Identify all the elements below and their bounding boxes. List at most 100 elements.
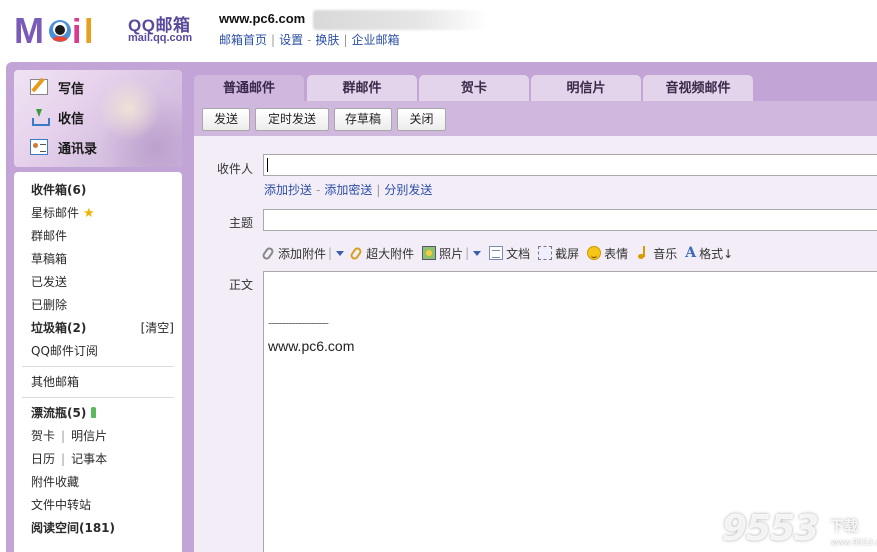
sidebar-item-group-mail[interactable]: 群邮件 [31,227,67,245]
sidebar-divider [22,397,174,398]
music-button[interactable]: 音乐 [636,245,677,262]
signature-text: www.pc6.com [268,338,355,354]
smiley-icon [587,246,602,260]
close-button[interactable]: 关闭 [397,108,446,131]
document-button[interactable]: 文档 [489,245,530,262]
document-label: 文档 [506,246,531,261]
drift-bottle-label: 漂流瓶(5) [31,406,87,420]
link-separator: - [307,33,312,47]
large-paperclip-icon [349,245,364,261]
paperclip-icon [260,245,276,261]
top-header: M i l QQ邮箱 mail.qq.com www.pc6.com 邮箱首页 |… [0,0,877,60]
tab-av-mail[interactable]: 音视频邮件 [643,75,753,101]
quick-actions-panel: 写信 收信 通讯录 [14,70,182,167]
format-button[interactable]: A 格式↓ [685,245,733,262]
add-bcc-link[interactable]: 添加密送 [324,183,372,197]
settings-link[interactable]: 设置 [279,33,303,47]
tab-normal-mail[interactable]: 普通邮件 [194,75,304,101]
font-format-icon: A [685,245,697,261]
recipient-input[interactable] [263,154,877,176]
format-label: 格式↓ [699,246,734,261]
chevron-down-icon[interactable] [473,250,482,256]
subject-label: 主题 [229,216,254,230]
link-separator: | [343,33,348,47]
sidebar-item-subscriptions[interactable]: QQ邮件订阅 [31,342,98,360]
vertical-bar: | [328,246,333,260]
home-link[interactable]: 邮箱首页 [219,33,267,47]
sidebar-item-notebook[interactable]: 记事本 [71,452,107,466]
sidebar-row-cards: 贺卡 | 明信片 [31,427,107,445]
emoji-label: 表情 [604,246,629,261]
sidebar-item-spam[interactable]: 垃圾箱(2) [31,319,86,337]
photo-button[interactable]: 照片 | [422,245,482,262]
chevron-down-icon[interactable] [336,250,345,256]
sidebar-item-drafts[interactable]: 草稿箱 [31,250,67,268]
top-links: 邮箱首页 | 设置 - 换肤 | 企业邮箱 [219,31,400,48]
pipe-separator: | [61,429,66,443]
add-cc-link[interactable]: 添加抄送 [264,183,312,197]
contacts-button[interactable]: 通讯录 [30,136,97,158]
sidebar-row-calendar: 日历 | 记事本 [31,450,107,468]
sidebar-item-attachments[interactable]: 附件收藏 [31,473,79,491]
svg-text:i: i [72,13,81,50]
sidebar-item-starred[interactable]: 星标邮件 ★ [31,204,95,222]
subject-input[interactable] [263,209,877,231]
bottle-icon [91,407,97,418]
sidebar-item-greeting-card[interactable]: 贺卡 [31,429,55,443]
contacts-label: 通讯录 [58,141,98,157]
svg-text:l: l [84,13,93,50]
watermark-suffix: 下载 [830,519,858,535]
signature-separator: ------------------ [268,316,329,330]
enterprise-mail-link[interactable]: 企业邮箱 [351,33,399,47]
add-attachment-label: 添加附件 [278,246,327,261]
account-address: www.pc6.com [219,11,306,26]
sidebar-item-reading-space[interactable]: 阅读空间(181) [31,519,115,537]
sidebar-item-postcard[interactable]: 明信片 [71,429,107,443]
inbox-download-icon [30,109,50,126]
add-attachment-button[interactable]: 添加附件 | [260,245,345,262]
send-separately-link[interactable]: 分别发送 [384,183,432,197]
contact-card-icon [30,139,48,155]
folder-sidebar: 收件箱(6) 星标邮件 ★ 群邮件 草稿箱 已发送 已删除 垃圾箱(2) [清空]… [14,172,182,552]
compose-form: 收件人 添加抄送 - 添加密送 | 分别发送 主题 添加附件 | 超大附件 照片 | 文档 … [194,136,877,552]
sidebar-item-sent[interactable]: 已发送 [31,273,67,291]
save-draft-button[interactable]: 存草稿 [334,108,392,131]
sidebar-item-deleted[interactable]: 已删除 [31,296,67,314]
star-icon: ★ [83,206,95,221]
photo-icon [422,246,437,260]
decorative-painting [94,70,182,167]
redacted-account-blur [313,10,488,30]
recipient-options: 添加抄送 - 添加密送 | 分别发送 [264,181,432,198]
text-cursor [267,158,268,172]
tab-greeting-card[interactable]: 贺卡 [419,75,529,101]
screenshot-button[interactable]: 截屏 [538,245,579,262]
clear-spam-link[interactable]: [清空] [141,319,174,337]
sidebar-item-calendar[interactable]: 日历 [31,452,55,466]
emoji-button[interactable]: 表情 [587,245,628,262]
link-separator: - [316,183,321,197]
music-label: 音乐 [653,246,678,261]
compose-label: 写信 [58,81,85,97]
scheduled-send-button[interactable]: 定时发送 [255,108,329,131]
sidebar-item-file-transfer[interactable]: 文件中转站 [31,496,91,514]
screenshot-label: 截屏 [555,246,580,261]
tab-group-mail[interactable]: 群邮件 [307,75,417,101]
sidebar-item-drift-bottle[interactable]: 漂流瓶(5) [31,404,97,422]
compose-toolbar: 发送 定时发送 存草稿 关闭 [194,101,877,136]
compose-button[interactable]: 写信 [30,76,84,98]
send-button[interactable]: 发送 [202,108,250,131]
link-separator: | [376,183,381,197]
vertical-bar: | [465,246,470,260]
attachment-toolbar: 添加附件 | 超大附件 照片 | 文档 截屏 表情 音乐 A 格式↓ [260,244,741,262]
to-label: 收件人 [217,162,254,176]
pipe-separator: | [61,452,66,466]
large-attachment-button[interactable]: 超大附件 [349,245,415,262]
inbox-button[interactable]: 收信 [30,106,84,128]
skin-link[interactable]: 换肤 [315,33,339,47]
tab-postcard[interactable]: 明信片 [531,75,641,101]
large-attachment-label: 超大附件 [366,246,415,261]
sidebar-item-other-mailboxes[interactable]: 其他邮箱 [31,373,79,391]
screenshot-icon [538,246,553,260]
sidebar-item-inbox[interactable]: 收件箱(6) [31,181,86,199]
qq-mail-logo[interactable]: M i l [14,10,124,50]
